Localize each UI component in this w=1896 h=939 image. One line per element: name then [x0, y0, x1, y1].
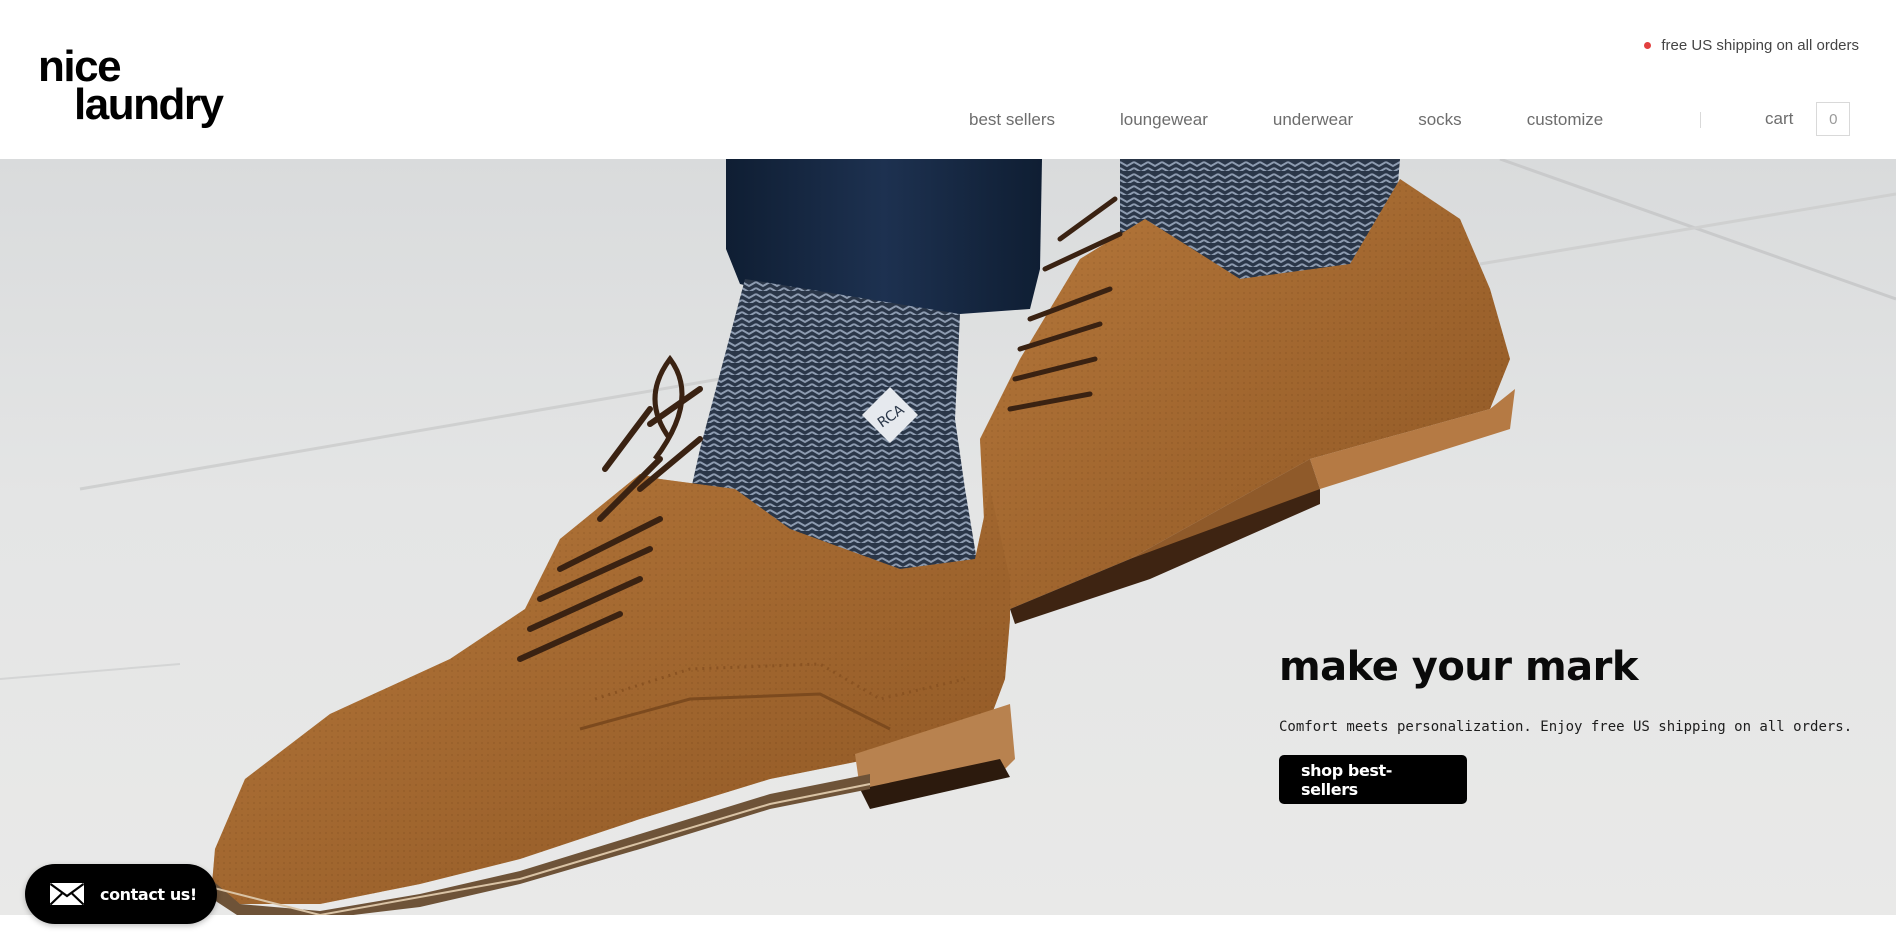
- contact-us-label: contact us!: [100, 884, 197, 904]
- logo-line-2: laundry: [74, 80, 224, 129]
- shipping-promo: free US shipping on all orders: [1644, 37, 1859, 54]
- brand-logo[interactable]: nice laundry: [38, 45, 238, 138]
- cart-count: 0: [1816, 102, 1851, 136]
- shop-best-sellers-button[interactable]: shop best-sellers: [1279, 755, 1467, 804]
- promo-text: free US shipping on all orders: [1661, 37, 1859, 54]
- cart-button[interactable]: cart 0: [1765, 102, 1851, 136]
- hero-title: make your mark: [1279, 644, 1638, 690]
- cart-label: cart: [1765, 109, 1794, 128]
- bottom-strip: [0, 915, 1896, 939]
- site-header: nice laundry free US shipping on all ord…: [0, 0, 1896, 159]
- nav-best-sellers[interactable]: best sellers: [969, 110, 1055, 130]
- hero-banner: RCA make your mark Comfort meets persona…: [0, 159, 1896, 915]
- hero-subtitle: Comfort meets personalization. Enjoy fre…: [1279, 719, 1853, 735]
- main-nav: best sellers loungewear underwear socks …: [969, 108, 1603, 132]
- nav-socks[interactable]: socks: [1418, 110, 1461, 130]
- page: nice laundry free US shipping on all ord…: [0, 0, 1896, 939]
- nav-divider: [1700, 112, 1701, 128]
- promo-dot-icon: [1644, 42, 1652, 49]
- mail-icon: [49, 883, 85, 906]
- nav-underwear[interactable]: underwear: [1273, 110, 1353, 130]
- nav-customize[interactable]: customize: [1527, 110, 1604, 130]
- hero-copy: make your mark Comfort meets personaliza…: [1279, 643, 1879, 804]
- contact-us-button[interactable]: contact us!: [25, 864, 217, 924]
- nav-loungewear[interactable]: loungewear: [1120, 110, 1208, 130]
